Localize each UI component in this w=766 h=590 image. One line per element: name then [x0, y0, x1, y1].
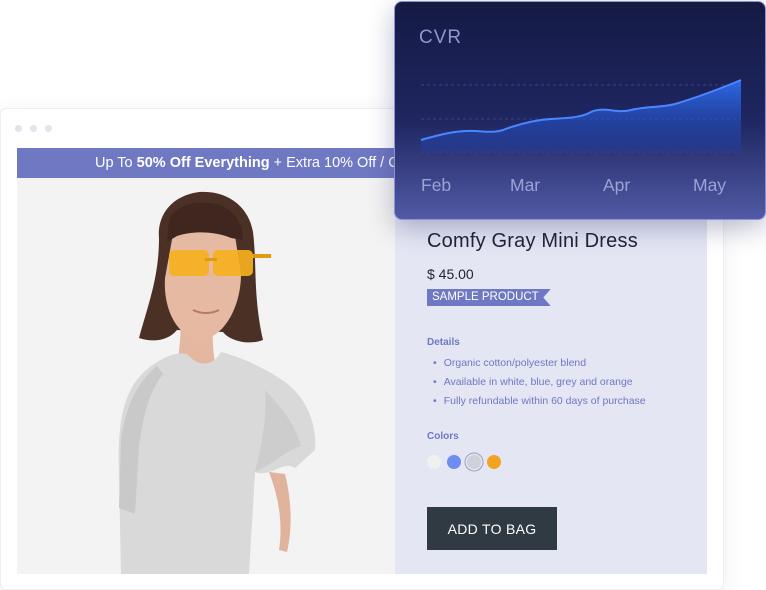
window-dot[interactable]: [45, 125, 52, 132]
month-label-mar: Mar: [510, 175, 541, 195]
details-label: Details: [427, 337, 460, 348]
promo-suffix: + Extra 10% Off / Co: [269, 155, 407, 171]
promo-highlight: 50% Off Everything: [136, 155, 270, 171]
details-item: Fully refundable within 60 days of purch…: [433, 392, 646, 411]
color-swatch-blue[interactable]: [447, 455, 461, 469]
add-to-bag-button[interactable]: ADD TO BAG: [427, 507, 557, 550]
promo-prefix: Up To: [95, 155, 137, 171]
color-swatches: [427, 455, 501, 469]
product-price: $ 45.00: [427, 266, 474, 282]
product-details-panel: Comfy Gray Mini Dress $ 45.00 SAMPLE PRO…: [395, 178, 707, 574]
month-label-may: May: [693, 175, 727, 195]
color-swatch-grey[interactable]: [467, 455, 481, 469]
model-photo: [17, 178, 395, 574]
cvr-chart-card: CVR Feb Mar Apr May: [394, 1, 766, 220]
colors-label: Colors: [427, 431, 459, 442]
details-item: Organic cotton/polyester blend: [433, 354, 646, 373]
month-label-apr: Apr: [603, 175, 631, 195]
window-controls: [15, 125, 52, 132]
sample-product-badge: SAMPLE PRODUCT: [427, 289, 551, 306]
color-swatch-orange[interactable]: [487, 455, 501, 469]
month-label-feb: Feb: [421, 175, 452, 195]
color-swatch-white[interactable]: [427, 455, 441, 469]
window-dot[interactable]: [30, 125, 37, 132]
details-list: Organic cotton/polyester blend Available…: [433, 354, 646, 411]
product-title: Comfy Gray Mini Dress: [427, 230, 638, 252]
product-image[interactable]: [17, 178, 395, 574]
details-item: Available in white, blue, grey and orang…: [433, 373, 646, 392]
window-dot[interactable]: [15, 125, 22, 132]
